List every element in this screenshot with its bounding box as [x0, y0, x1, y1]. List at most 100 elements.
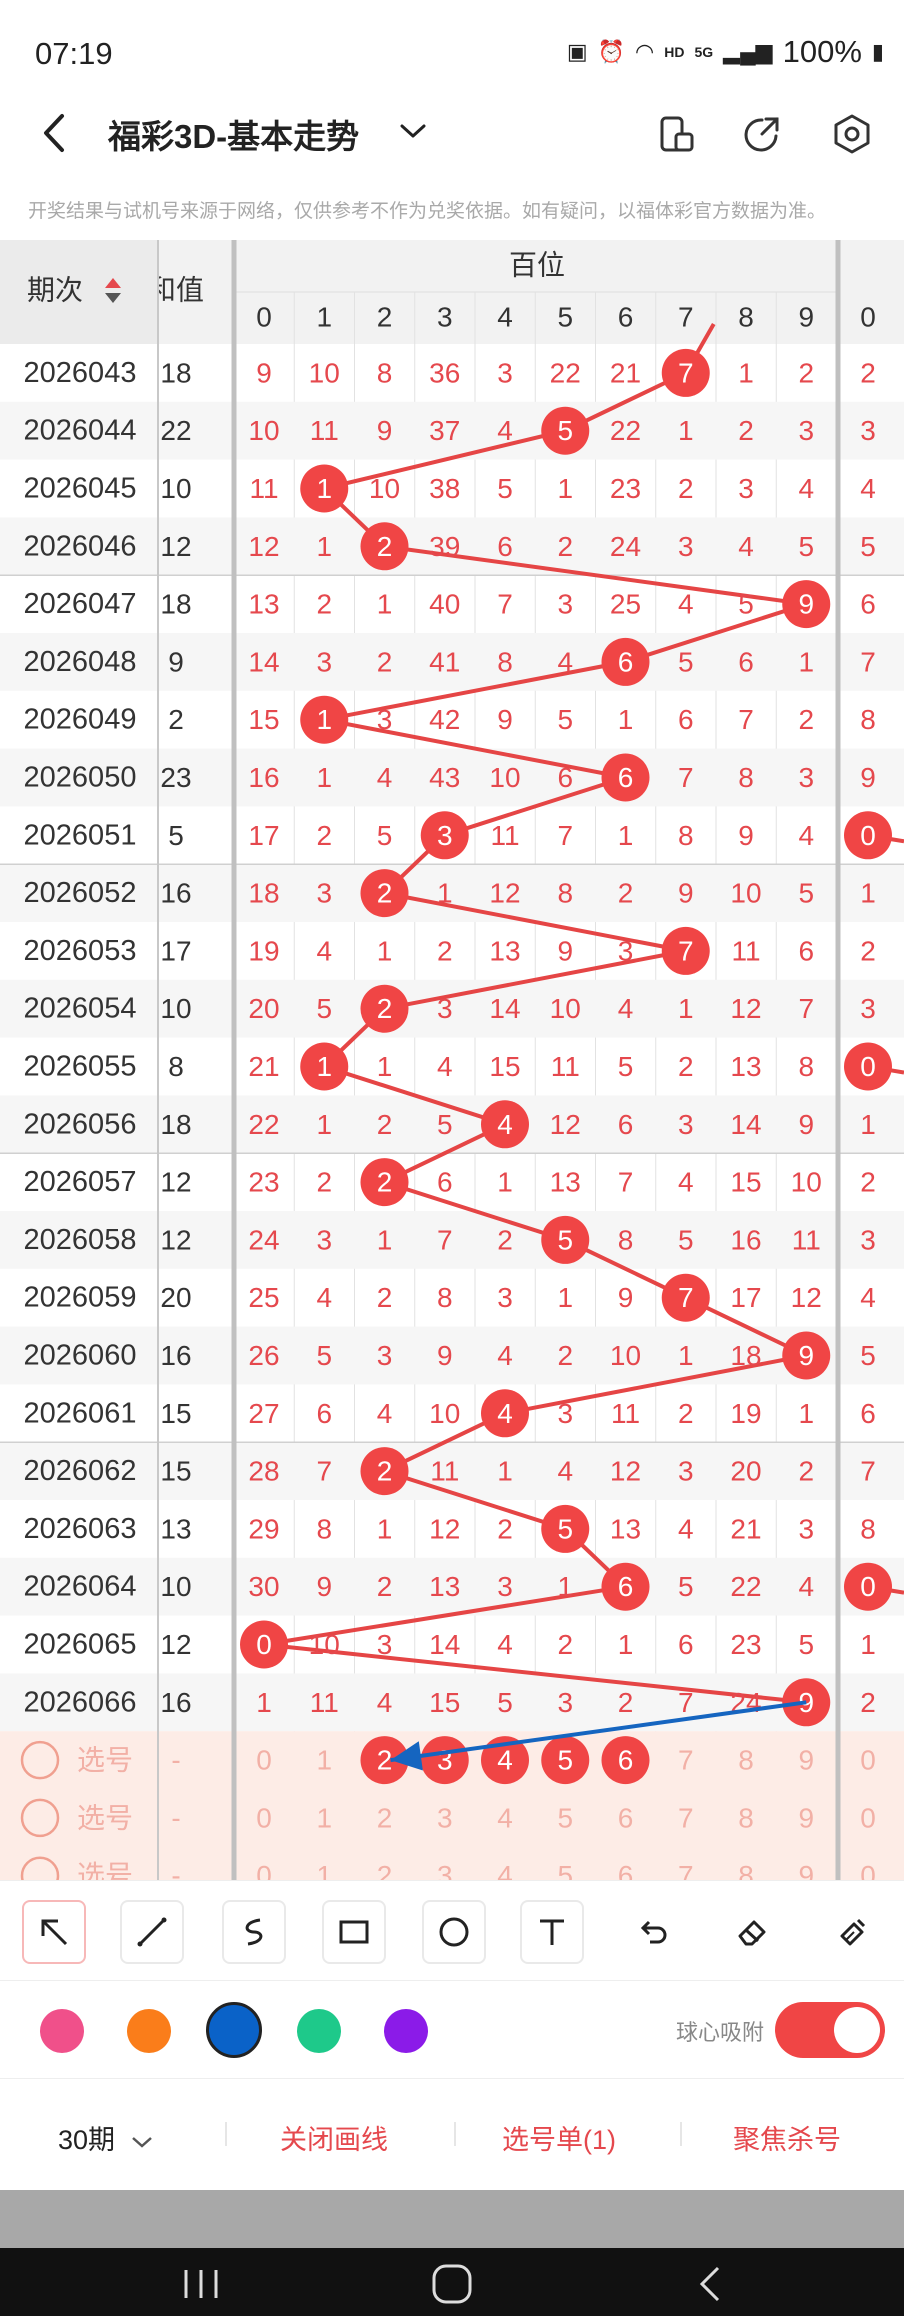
clear-all-button[interactable] — [820, 1900, 884, 1964]
pick-list-button[interactable]: 选号单(1) — [502, 2118, 616, 2157]
pick-digit[interactable]: 4 — [497, 1860, 513, 1880]
hit-ball-number: 9 — [798, 1340, 814, 1371]
pick-digit[interactable]: 5 — [557, 1860, 573, 1880]
missing-count: 11 — [611, 1398, 640, 1429]
pick-digit[interactable]: 8 — [738, 1860, 754, 1880]
magnet-snap-toggle[interactable] — [775, 2002, 885, 2058]
next-group-missing-count: 3 — [860, 415, 876, 446]
color-swatch-blue[interactable] — [206, 2002, 262, 2058]
pick-digit[interactable]: 1 — [316, 1802, 332, 1833]
pick-digit[interactable]: 6 — [618, 1802, 634, 1833]
next-group-missing-count: 8 — [860, 1513, 876, 1544]
line-tool-button[interactable] — [120, 1900, 184, 1964]
battery-percent: 100% — [782, 34, 862, 69]
broom-icon — [840, 1918, 866, 1946]
missing-count: 4 — [557, 646, 573, 677]
pick-digit[interactable]: 5 — [557, 1802, 573, 1833]
pick-digit[interactable]: 7 — [678, 1802, 694, 1833]
pick-digit[interactable]: 1 — [316, 1860, 332, 1880]
next-group-missing-count: 7 — [860, 1456, 876, 1487]
pick-digit[interactable]: 3 — [437, 1860, 453, 1880]
missing-count: 3 — [497, 357, 513, 388]
pick-digit[interactable]: 1 — [316, 1745, 332, 1776]
battery-icon: ▮ — [871, 39, 884, 64]
pick-digit[interactable]: 4 — [497, 1802, 513, 1833]
missing-count: 3 — [618, 935, 634, 966]
pick-digit[interactable]: 9 — [798, 1860, 814, 1880]
pick-row-label[interactable]: 选号 — [77, 1745, 133, 1776]
next-group-pick-digit[interactable]: 0 — [860, 1802, 876, 1833]
pick-digit[interactable]: 7 — [678, 1860, 694, 1880]
undo-button[interactable] — [620, 1900, 684, 1964]
phone-rotate-icon[interactable] — [654, 112, 698, 156]
back-nav-icon[interactable] — [690, 2262, 730, 2306]
line-icon — [137, 1917, 167, 1947]
color-swatch-orange[interactable] — [127, 2009, 171, 2053]
pick-digit[interactable]: 9 — [798, 1745, 814, 1776]
missing-count: 13 — [429, 1571, 460, 1602]
missing-count: 12 — [730, 993, 761, 1024]
home-icon[interactable] — [428, 2262, 476, 2306]
next-group-missing-count: 1 — [860, 1629, 876, 1660]
missing-count: 1 — [678, 415, 694, 446]
next-group-missing-count: 8 — [860, 704, 876, 735]
pick-digit[interactable]: 2 — [377, 1860, 393, 1880]
hd-label: HD — [664, 44, 685, 60]
issue-column-header[interactable]: 期次 — [27, 275, 83, 306]
hit-ball-number: 7 — [678, 935, 694, 966]
missing-count: 25 — [610, 589, 641, 620]
missing-count: 23 — [610, 473, 641, 504]
missing-count: 15 — [730, 1167, 761, 1198]
rectangle-tool-button[interactable] — [322, 1900, 386, 1964]
missing-count: 7 — [618, 1167, 634, 1198]
pick-digit[interactable]: 0 — [256, 1860, 272, 1880]
trend-chart-svg[interactable]: 期次 和值百位0 1 2 3 4 5 6 7 8 9 02026043 18 9 10 8 36 3 22 21 7 1 2… — [0, 240, 904, 1880]
missing-count: 2 — [678, 1051, 694, 1082]
missing-count: 15 — [248, 704, 279, 735]
pick-digit[interactable]: 8 — [738, 1745, 754, 1776]
missing-count: 12 — [248, 531, 279, 562]
missing-count: 2 — [497, 1513, 513, 1544]
recent-apps-icon[interactable] — [176, 2264, 226, 2304]
missing-count: 4 — [738, 531, 754, 562]
missing-count: 7 — [738, 704, 754, 735]
trend-table[interactable]: 期次 和值 百位 0 1 2 3 4 5 6 7 8 9 0 2026043 18 9 10 8 36 3 22 21 7 1 2… — [0, 240, 904, 1880]
pick-digit[interactable]: 6 — [618, 1860, 634, 1880]
missing-count: 22 — [610, 415, 641, 446]
pick-digit[interactable]: 9 — [798, 1802, 814, 1833]
missing-count: 7 — [316, 1456, 332, 1487]
settings-icon[interactable] — [830, 112, 874, 156]
color-swatch-pink[interactable] — [40, 2009, 84, 2053]
text-tool-button[interactable] — [520, 1900, 584, 1964]
pick-digit[interactable]: 2 — [377, 1802, 393, 1833]
color-swatch-purple[interactable] — [384, 2009, 428, 2053]
next-group-missing-count: 3 — [860, 993, 876, 1024]
chevron-down-icon[interactable] — [396, 114, 430, 148]
pick-digit[interactable]: 0 — [256, 1745, 272, 1776]
next-group-pick-digit[interactable]: 0 — [860, 1860, 876, 1880]
missing-count: 14 — [489, 993, 520, 1024]
pick-row-label[interactable]: 选号 — [77, 1802, 133, 1833]
pick-digit[interactable]: 7 — [678, 1745, 694, 1776]
back-arrow-icon[interactable] — [34, 108, 74, 158]
next-group-pick-digit[interactable]: 0 — [860, 1745, 876, 1776]
pick-digit[interactable]: 3 — [437, 1802, 453, 1833]
pick-row-label[interactable]: 选号 — [77, 1860, 133, 1880]
pick-digit[interactable]: 8 — [738, 1802, 754, 1833]
close-drawing-button[interactable]: 关闭画线 — [280, 2118, 388, 2157]
focus-kill-button[interactable]: 聚焦杀号 — [733, 2118, 841, 2157]
missing-count: 23 — [248, 1167, 279, 1198]
color-swatch-green[interactable] — [297, 2009, 341, 2053]
issue-number: 2026065 — [24, 1629, 137, 1661]
period-selector[interactable]: 30期 — [58, 2118, 155, 2157]
pointer-tool-button[interactable] — [22, 1900, 86, 1964]
curve-tool-button[interactable] — [222, 1900, 286, 1964]
eraser-button[interactable] — [720, 1900, 784, 1964]
issue-number: 2026052 — [24, 877, 137, 909]
share-icon[interactable] — [740, 112, 784, 156]
missing-count: 41 — [429, 646, 460, 677]
pick-digit[interactable]: 0 — [256, 1802, 272, 1833]
arrow-pointer-icon — [41, 1919, 68, 1946]
missing-count: 22 — [550, 357, 581, 388]
ellipse-tool-button[interactable] — [422, 1900, 486, 1964]
